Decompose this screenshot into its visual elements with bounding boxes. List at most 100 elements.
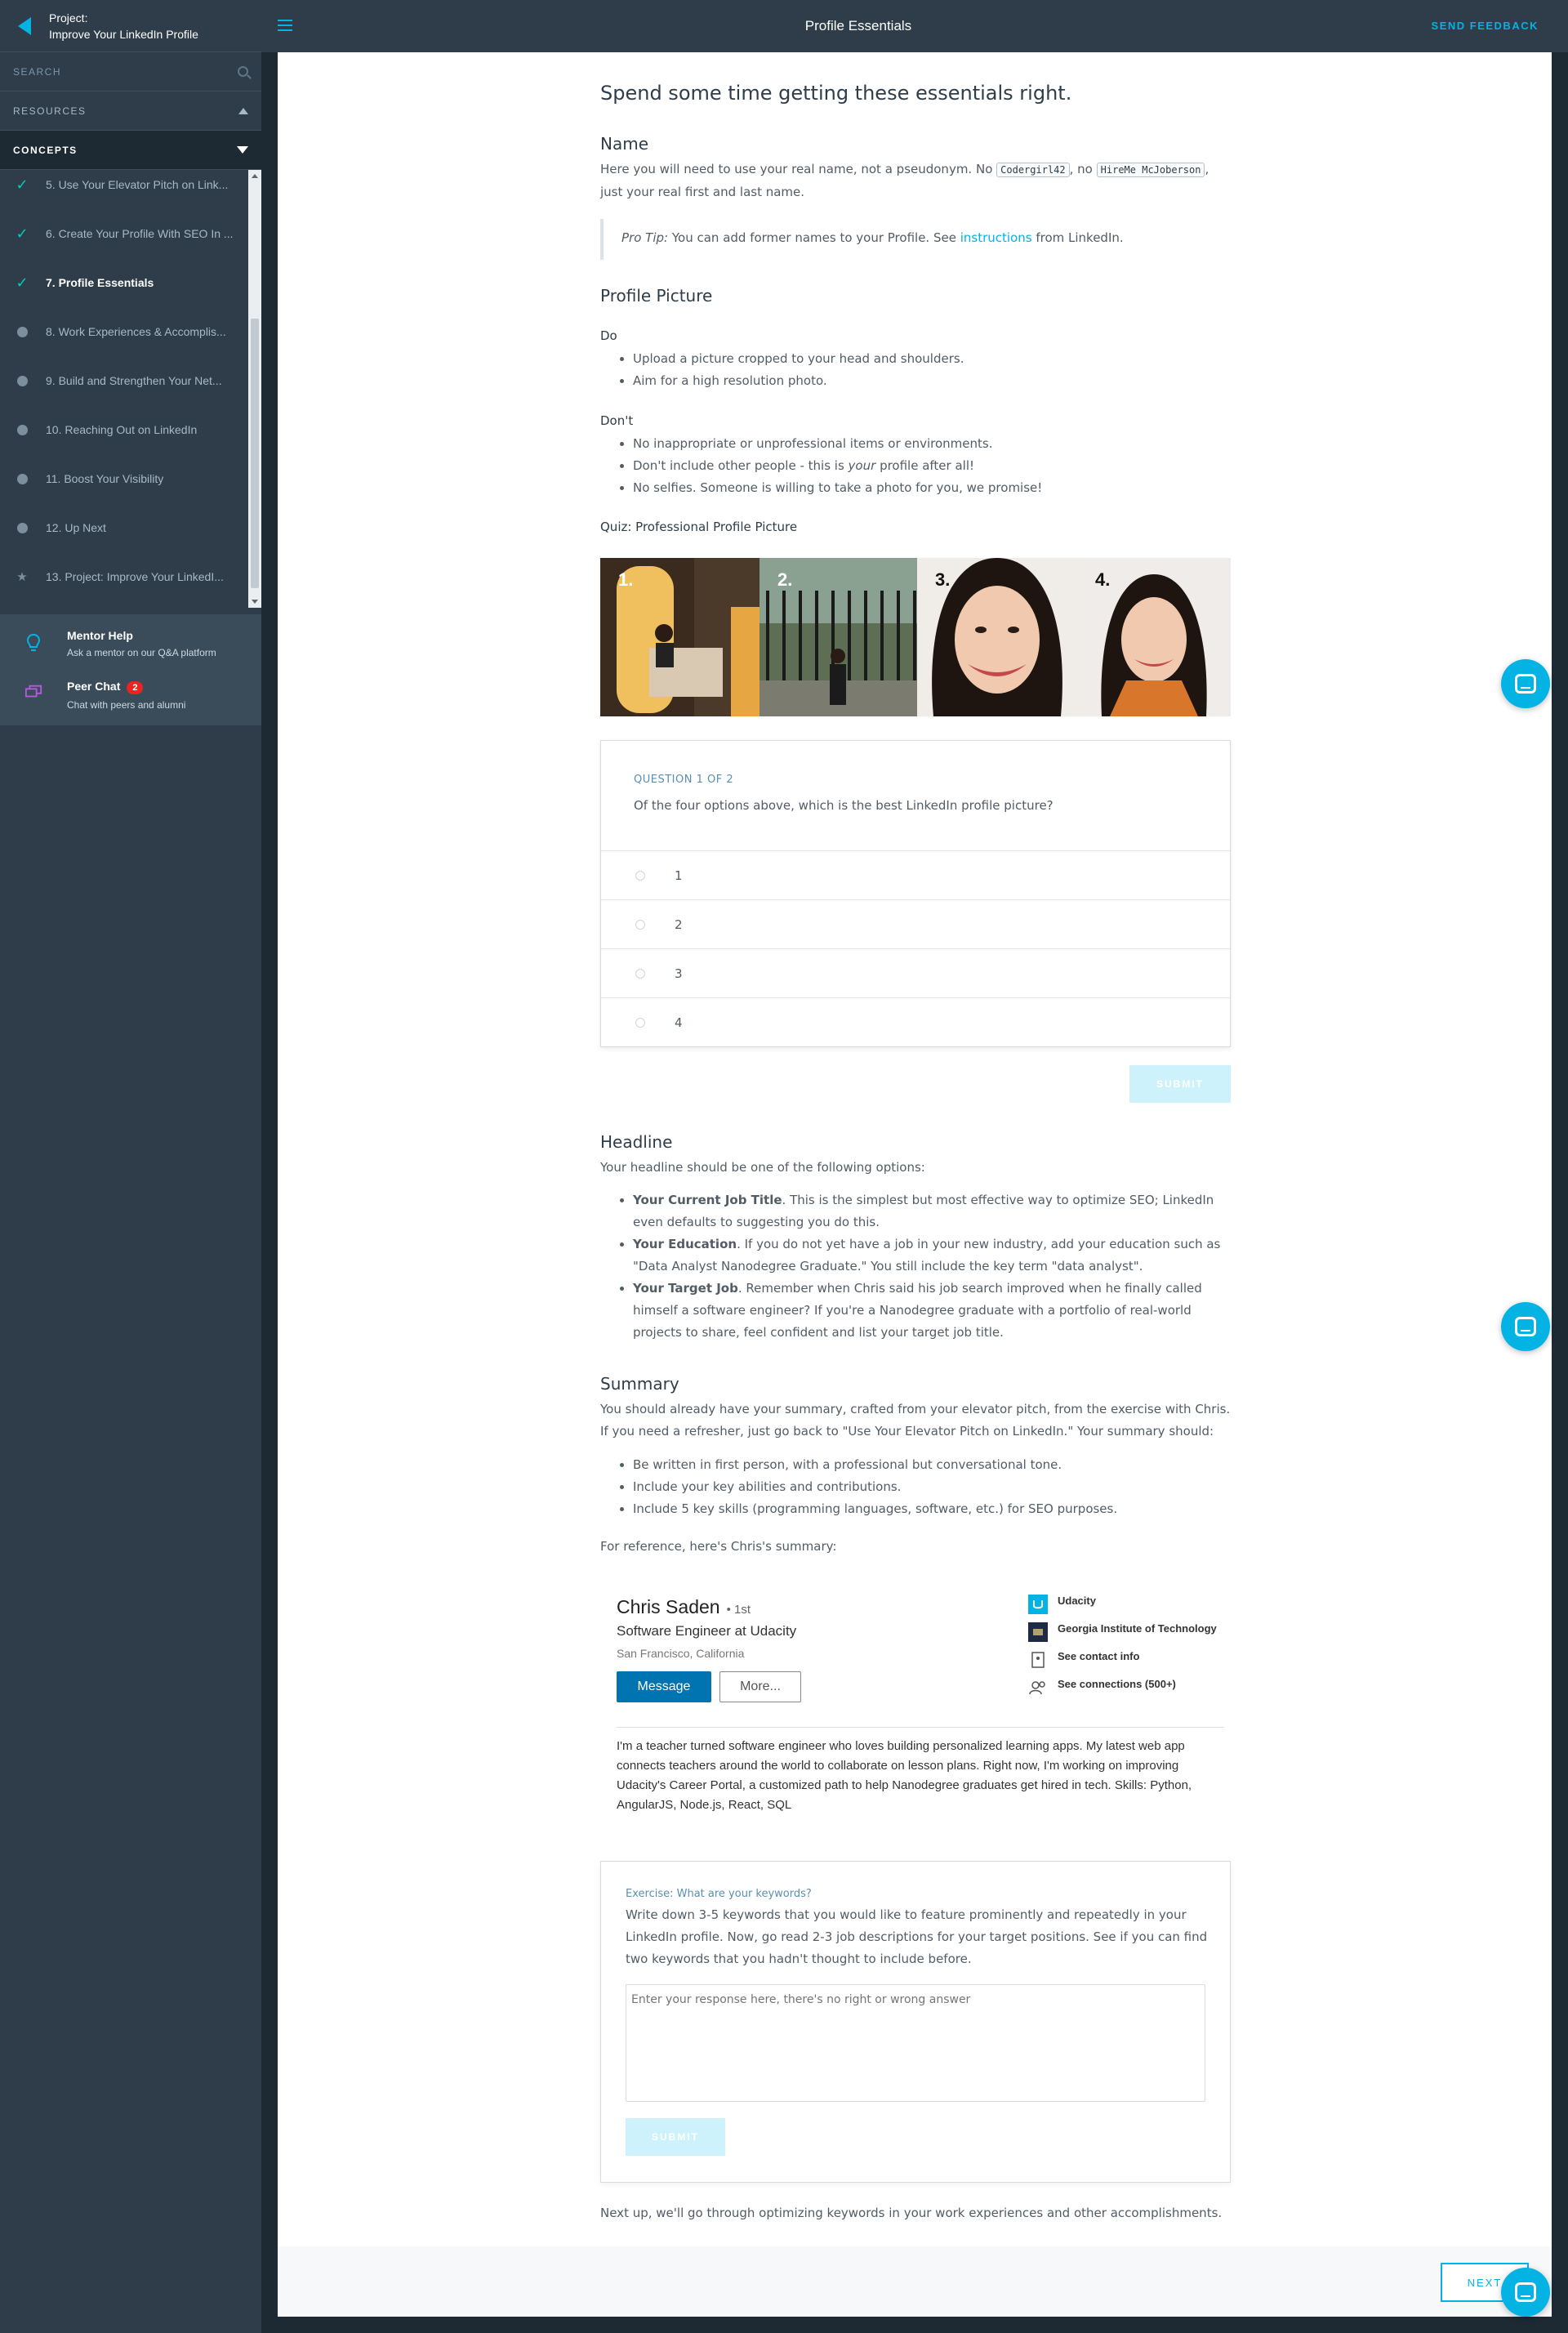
name-heading: Name [600,134,649,154]
quiz-question-card: QUESTION 1 OF 2 Of the four options abov… [600,740,1231,1047]
list-item: Aim for a high resolution photo. [633,370,964,392]
more-button[interactable]: More... [719,1671,801,1702]
instructions-link[interactable]: instructions [960,230,1032,245]
peer-chat-subtitle: Chat with peers and alumni [67,699,186,711]
sidebar-item-label: 6. Create Your Profile With SEO In ... [46,227,234,240]
search-label: SEARCH [13,65,62,78]
sidebar-item-label: 8. Work Experiences & Accomplis... [46,325,226,338]
project-name: Improve Your LinkedIn Profile [49,27,198,41]
sidebar-item-label: 5. Use Your Elevator Pitch on Link... [46,178,229,191]
help-area: Mentor Help Ask a mentor on our Q&A plat… [0,614,261,725]
top-bar: Profile Essentials SEND FEEDBACK [261,0,1568,52]
scrollbar-thumb[interactable] [251,319,259,588]
status-dot-icon [15,375,29,386]
page-title-bar: Profile Essentials [804,18,912,33]
scroll-up-icon[interactable] [252,174,258,178]
peer-chat-title: Peer Chat [67,680,121,693]
next-up-text: Next up, we'll go through optimizing key… [600,2206,1223,2220]
summary-heading: Summary [600,1374,679,1394]
profile-picture-heading: Profile Picture [600,286,713,306]
answer-option-4[interactable]: 4 [601,997,1230,1046]
question-text: Of the four options above, which is the … [634,798,1054,813]
sidebar-item-concept[interactable]: 8. Work Experiences & Accomplis... [0,307,248,356]
radio-button[interactable] [635,870,645,881]
chat-bubbles-icon [24,685,42,698]
udacity-logo-icon [1028,1595,1048,1614]
radio-button[interactable] [635,1017,645,1028]
star-icon: ★ [16,570,28,584]
sidebar-item-concept[interactable]: ✓ 5. Use Your Elevator Pitch on Link... [0,170,248,209]
status-dot-icon [15,424,29,435]
sidebar-search[interactable]: SEARCH [0,52,261,91]
exercise-response-input[interactable] [626,1984,1205,2102]
question-number: QUESTION 1 OF 2 [634,774,734,786]
answer-option-3[interactable]: 3 [601,948,1230,997]
sidebar-item-concept[interactable]: 11. Boost Your Visibility [0,454,248,503]
profile-right-column: Udacity Georgia Institute of Technology … [1028,1595,1224,1706]
headline-intro: Your headline should be one of the follo… [600,1160,925,1175]
answer-option-2[interactable]: 2 [601,899,1230,948]
project-header[interactable]: Project: Improve Your LinkedIn Profile [0,0,261,52]
footer-band [278,2246,1552,2317]
chat-widget-button[interactable] [1501,659,1550,708]
sidebar-resources[interactable]: RESOURCES [0,91,261,131]
chat-widget-button[interactable] [1501,1302,1550,1351]
list-item: Your Target Job. Remember when Chris sai… [633,1278,1231,1344]
radio-button[interactable] [635,968,645,979]
main-content: Spend some time getting these essentials… [278,52,1552,2317]
list-item: Include 5 key skills (programming langua… [633,1498,1117,1520]
peer-chat[interactable]: Peer Chat 2 Chat with peers and alumni [0,675,261,725]
peer-chat-badge: 2 [127,681,144,694]
georgia-tech-logo-icon [1028,1622,1048,1642]
connection-degree: • 1st [726,1603,751,1617]
code-codergirl: Codergirl42 [996,163,1070,177]
code-hireme: HireMe McJoberson [1096,163,1205,177]
checkmark-icon: ✓ [16,225,29,242]
back-arrow-icon[interactable] [18,16,31,35]
divider [617,1727,1224,1728]
connections-item[interactable]: See connections (500+) [1028,1678,1224,1697]
sidebar-item-label: 7. Profile Essentials [46,276,154,289]
profile-about: I'm a teacher turned software engineer w… [617,1739,1192,1812]
scroll-down-icon[interactable] [252,600,258,604]
chat-widget-icon [1515,2282,1536,2302]
exercise-label: Exercise: What are your keywords? [626,1888,812,1900]
sidebar-item-concept[interactable]: 12. Up Next [0,503,248,552]
resources-label: RESOURCES [13,105,87,117]
sidebar-item-concept[interactable]: ✓ 6. Create Your Profile With SEO In ... [0,209,248,258]
exercise-submit-button[interactable]: SUBMIT [626,2118,725,2156]
company-item: Udacity [1028,1595,1224,1614]
list-item: Be written in first person, with a profe… [633,1454,1117,1476]
dont-list: No inappropriate or unprofessional items… [633,433,1042,499]
linkedin-profile-card: Chris Saden • 1st Software Engineer at Ud… [600,1586,1231,1823]
dont-label: Don't [600,413,634,428]
scrollbar[interactable] [248,170,261,608]
contact-info-item[interactable]: See contact info [1028,1650,1224,1670]
message-button[interactable]: Message [617,1671,711,1702]
mentor-help-subtitle: Ask a mentor on our Q&A platform [67,647,216,658]
do-list: Upload a picture cropped to your head an… [633,348,964,392]
mentor-help[interactable]: Mentor Help Ask a mentor on our Q&A plat… [0,624,261,675]
sidebar-item-label: 11. Boost Your Visibility [46,472,164,485]
sidebar-item-concept[interactable]: 10. Reaching Out on LinkedIn [0,405,248,454]
sidebar: Project: Improve Your LinkedIn Profile S… [0,0,261,2333]
sidebar-item-concept[interactable]: ✓ 7. Profile Essentials [0,258,248,307]
lightbulb-icon [26,633,41,651]
sidebar-item-label: 10. Reaching Out on LinkedIn [46,423,198,436]
quiz-label: Quiz: Professional Profile Picture [600,520,798,534]
list-item: Include your key abilities and contribut… [633,1476,1117,1498]
search-icon[interactable] [238,66,248,77]
sidebar-concepts[interactable]: CONCEPTS [0,131,261,170]
answer-option-1[interactable]: 1 [601,850,1230,899]
chat-widget-icon [1515,674,1536,694]
chat-widget-button[interactable] [1501,2268,1550,2317]
status-dot-icon [15,326,29,337]
school-item: Georgia Institute of Technology [1028,1622,1224,1642]
quiz-submit-button[interactable]: SUBMIT [1129,1065,1231,1103]
list-item: Don't include other people - this is you… [633,455,1042,477]
sidebar-item-concept[interactable]: 9. Build and Strengthen Your Net... [0,356,248,405]
photo-number: 4. [1095,569,1111,590]
send-feedback-link[interactable]: SEND FEEDBACK [1432,20,1539,32]
radio-button[interactable] [635,919,645,930]
sidebar-item-concept[interactable]: ★ 13. Project: Improve Your LinkedI... [0,552,248,601]
